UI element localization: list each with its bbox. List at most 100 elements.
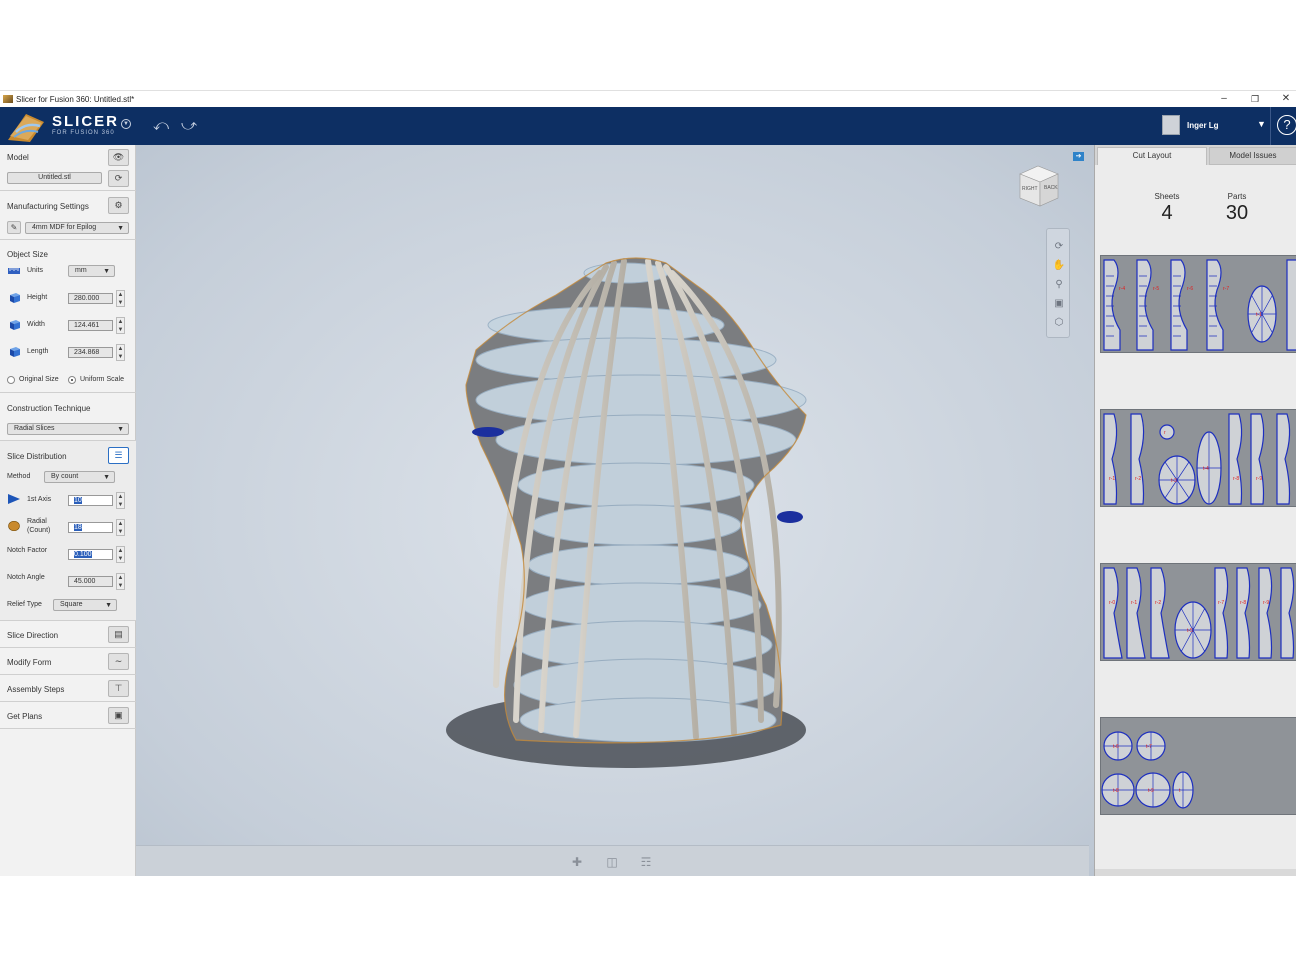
relief-type-select[interactable]: Square ▼	[53, 599, 117, 611]
svg-text:r-2: r-2	[1135, 476, 1141, 482]
cut-sheet[interactable]: t-6 t-7 t-8 t-9 t	[1100, 717, 1296, 815]
notch-factor-stepper[interactable]: ▲ ▼	[116, 546, 125, 563]
right-panel-tabs: Cut Layout Model Issues	[1095, 145, 1296, 165]
length-input[interactable]: 234.868	[68, 347, 113, 358]
user-name[interactable]: Inger Lg	[1187, 121, 1219, 130]
uniform-scale-radio[interactable]	[68, 376, 76, 384]
notch-factor-label: Notch Factor	[7, 547, 48, 554]
svg-text:t-8: t-8	[1113, 788, 1119, 794]
width-label: Width	[27, 321, 45, 328]
zoom-search-icon[interactable]: ⚲	[1052, 279, 1066, 293]
length-stepper[interactable]: ▲ ▼	[116, 344, 125, 361]
construction-select-value: Radial Slices	[14, 425, 55, 432]
svg-text:r-7: r-7	[1218, 600, 1224, 606]
header-divider	[1270, 107, 1271, 145]
model-file-button[interactable]: Untitled.stl	[7, 172, 102, 184]
height-input[interactable]: 280.000	[68, 293, 113, 304]
notch-factor-input[interactable]: 0.100	[68, 549, 113, 560]
axis-stepper[interactable]: ▲ ▼	[116, 492, 125, 509]
help-button[interactable]: ?	[1277, 115, 1296, 135]
material-select[interactable]: 4mm MDF for Epilog ▼	[25, 222, 129, 234]
relief-type-label: Relief Type	[7, 601, 42, 608]
assembly-steps-icon[interactable]: ⊤	[108, 680, 129, 697]
slice-distribution-list-icon[interactable]: ☰	[108, 447, 129, 464]
sheet-parts-preview: r-0 r-1 r-2 t-5 r-7 r-8 r-9	[1103, 567, 1295, 659]
get-plans-icon[interactable]: ▣	[108, 707, 129, 724]
minimize-button[interactable]: –	[1212, 92, 1236, 106]
expand-panel-icon[interactable]: ➔	[1073, 152, 1084, 161]
gear-icon[interactable]: ⚙	[108, 197, 129, 214]
radial-sub-label: (Count)	[27, 527, 51, 534]
svg-text:r-4: r-4	[1119, 286, 1125, 292]
user-menu-chevron-icon[interactable]: ▼	[1257, 119, 1266, 129]
radial-disc-icon	[8, 521, 20, 531]
pan-hand-icon[interactable]: ✋	[1052, 260, 1066, 274]
close-button[interactable]: ✕	[1274, 92, 1296, 106]
section-title: Object Size	[7, 250, 48, 259]
slices-icon[interactable]: ☶	[638, 855, 654, 869]
notch-angle-label: Notch Angle	[7, 574, 45, 581]
cut-sheet[interactable]: r-1 r-2 r t-3 t-4 r-8 r-9	[1100, 409, 1296, 507]
viewcube[interactable]: RIGHT BACK	[1016, 162, 1062, 208]
app-icon	[3, 95, 13, 103]
original-size-radio[interactable]	[7, 376, 15, 384]
sheet-parts-preview: t-6 t-7t-8 t-9 t	[1101, 731, 1194, 809]
redo-icon[interactable]: ⤻	[181, 117, 201, 134]
width-stepper[interactable]: ▲ ▼	[116, 317, 125, 334]
home-cube-icon[interactable]: ⬡	[1052, 317, 1066, 331]
object-size-section: Object Size Units mm ▼ Height 280.000 ▲ ▼…	[0, 240, 136, 393]
manufacturing-section: Manufacturing Settings ⚙ ✎ 4mm MDF for E…	[0, 191, 136, 240]
assembly-steps-section[interactable]: Assembly Steps ⊤	[0, 675, 136, 702]
sheets-value: 4	[1161, 202, 1173, 224]
modify-form-section[interactable]: Modify Form ∼	[0, 648, 136, 675]
app-header: SLICER FOR FUSION 360 ▼ ⤺ ⤻ Inger Lg ▼ ?	[0, 107, 1296, 145]
notch-factor-input-value: 0.100	[74, 551, 92, 558]
refresh-icon[interactable]: ⟳	[108, 170, 129, 187]
restore-button[interactable]: ❐	[1243, 92, 1267, 106]
ruler-icon	[8, 268, 20, 274]
get-plans-section[interactable]: Get Plans ▣	[0, 702, 136, 729]
original-size-label: Original Size	[19, 376, 59, 383]
slice-direction-section[interactable]: Slice Direction ▤	[0, 621, 136, 648]
radial-stepper[interactable]: ▲ ▼	[116, 519, 125, 536]
sheet-parts-preview: r-4 r-5 r-6 r-7 t-1	[1103, 259, 1296, 351]
navigation-toolbar: ⟳ ✋ ⚲ ▣ ⬡	[1046, 228, 1070, 338]
height-stepper[interactable]: ▲ ▼	[116, 290, 125, 307]
svg-text:t-9: t-9	[1148, 788, 1154, 794]
fit-view-icon[interactable]: ▣	[1052, 298, 1066, 312]
logo-subtitle: FOR FUSION 360	[52, 130, 115, 136]
modify-form-icon[interactable]: ∼	[108, 653, 129, 670]
radial-input[interactable]: 18	[68, 522, 113, 533]
width-input[interactable]: 124.461	[68, 320, 113, 331]
visibility-eye-icon[interactable]: 👁	[108, 149, 129, 166]
axis-input-value: 10	[74, 497, 82, 504]
svg-text:r-7: r-7	[1223, 286, 1229, 292]
orbit-icon[interactable]: ⟳	[1052, 241, 1066, 255]
avatar[interactable]	[1162, 115, 1180, 135]
sliced-model-render[interactable]	[136, 145, 1094, 845]
trash-icon[interactable]: ◫	[604, 855, 620, 869]
material-select-value: 4mm MDF for Epilog	[32, 224, 97, 231]
cut-sheet[interactable]: r-4 r-5 r-6 r-7 t-1	[1100, 255, 1296, 353]
parts-value: 30	[1225, 202, 1249, 224]
app-menu-icon[interactable]: ▼	[121, 119, 131, 129]
viewcube-right-label[interactable]: RIGHT	[1022, 186, 1038, 192]
svg-text:r-1: r-1	[1131, 600, 1137, 606]
units-select[interactable]: mm ▼	[68, 265, 115, 277]
tab-cut-layout[interactable]: Cut Layout	[1097, 147, 1207, 165]
bottom-toolbar: ✚ ◫ ☶	[136, 845, 1089, 876]
edit-pencil-icon[interactable]: ✎	[7, 221, 21, 234]
tab-model-issues[interactable]: Model Issues	[1209, 147, 1296, 165]
method-select[interactable]: By count ▼	[44, 471, 115, 483]
section-title: Manufacturing Settings	[7, 202, 89, 211]
construction-select[interactable]: Radial Slices ▼	[7, 423, 129, 435]
notch-angle-stepper[interactable]: ▲ ▼	[116, 573, 125, 590]
notch-angle-input[interactable]: 45.000	[68, 576, 113, 587]
3d-viewport[interactable]: ➔ RIGHT BACK ⟳ ✋ ⚲ ▣ ⬡ ✚ ◫ ☶	[136, 145, 1094, 876]
undo-icon[interactable]: ⤺	[153, 117, 173, 134]
viewcube-back-label[interactable]: BACK	[1044, 185, 1058, 191]
axis-input[interactable]: 10	[68, 495, 113, 506]
slice-direction-icon[interactable]: ▤	[108, 626, 129, 643]
add-part-icon[interactable]: ✚	[569, 855, 585, 869]
cut-sheet[interactable]: r-0 r-1 r-2 t-5 r-7 r-8 r-9	[1100, 563, 1296, 661]
